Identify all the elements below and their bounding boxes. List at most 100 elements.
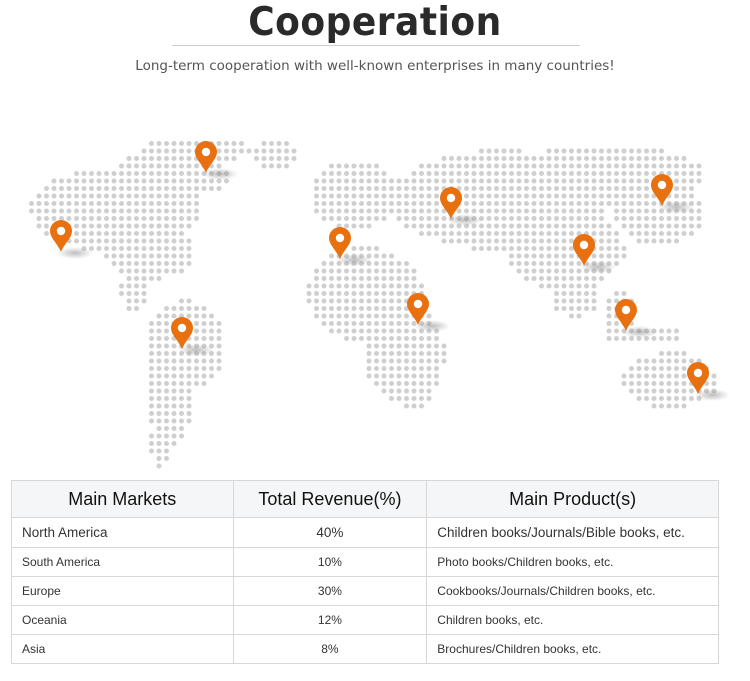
map-dot [621,171,627,176]
location-pin-icon [440,187,462,219]
map-dot [561,246,567,251]
map-dot [674,403,679,409]
map-dot [344,223,349,229]
map-dot [389,306,394,311]
map-dot [501,201,507,206]
map-dot [209,373,214,379]
map-dot [426,201,432,206]
map-dot [629,388,634,394]
map-dot [336,163,342,169]
map-dot [689,396,694,401]
map-dot [681,178,687,184]
map-dot [599,171,604,176]
map-dot [321,186,327,191]
map-dot [644,216,649,221]
map-dot [314,208,319,214]
map-dot [404,276,409,281]
map-dot [666,171,672,176]
map-dot [396,366,402,371]
map-dot [471,178,477,184]
products-cell: Photo books/Children books, etc. [426,547,719,577]
map-dot [531,238,537,244]
map-dot [539,201,544,206]
map-dot [606,328,612,334]
map-dot [389,261,394,266]
map-dot [449,238,454,244]
map-dot [681,366,687,371]
map-dot [486,171,492,176]
map-dot [599,163,604,169]
map-dot [171,388,177,394]
map-dot [426,223,432,229]
map-dot [584,163,589,169]
map-dot [209,321,214,326]
map-dot [329,328,334,334]
map-dot [329,178,334,184]
map-dot [59,178,64,184]
map-dot [366,343,372,349]
map-dot [404,403,409,409]
map-dot [666,336,672,341]
map-dot [456,208,462,214]
map-dot [179,433,184,439]
map-dot [576,201,582,206]
map-dot [179,223,184,229]
map-dot [179,358,184,364]
map-dot [546,163,552,169]
map-dot [516,193,522,199]
map-dot [74,178,79,184]
map-dot [501,231,507,236]
map-dot [539,216,544,221]
products-cell: Children books, etc. [426,605,719,635]
map-dot [51,193,57,199]
location-pin-icon [573,234,595,266]
map-dot [36,223,42,229]
map-dot [419,171,424,176]
map-dot [644,201,649,206]
map-dot [396,276,402,281]
map-dot [59,201,64,206]
map-dot [171,163,177,169]
map-dot [89,238,94,244]
map-dot [314,276,319,281]
market-cell: Oceania [11,605,234,635]
map-dot [216,343,222,349]
map-dot [351,313,357,319]
map-dot [426,186,432,191]
map-dot [404,358,409,364]
map-dot [194,171,199,176]
map-dot [96,231,102,236]
map-dot [164,148,169,154]
map-dot [584,208,589,214]
map-dot [396,358,402,364]
map-dot [156,426,162,431]
map-dot [126,216,132,221]
map-dot [524,253,529,259]
map-dot [164,216,169,221]
map-dot [149,231,154,236]
map-dot [419,351,424,356]
map-dot [329,193,334,199]
map-dot [396,396,402,401]
map-dot [186,193,192,199]
map-dot [141,178,147,184]
map-dot [516,201,522,206]
map-dot [591,231,597,236]
map-dot [351,246,357,251]
map-dot [471,156,477,161]
map-dot [569,208,574,214]
map-dot [636,186,642,191]
table-row: North America 40% Children books/Journal… [11,517,719,548]
map-dot [366,178,372,184]
map-dot [194,178,199,184]
map-dot [141,171,147,176]
map-dot [389,268,394,274]
map-dot [374,208,379,214]
map-dot [621,178,627,184]
map-dot [524,156,529,161]
market-cell: North America [11,517,234,548]
map-dot [66,201,72,206]
map-dot [576,186,582,191]
map-dot [141,193,147,199]
map-dot [606,193,612,199]
